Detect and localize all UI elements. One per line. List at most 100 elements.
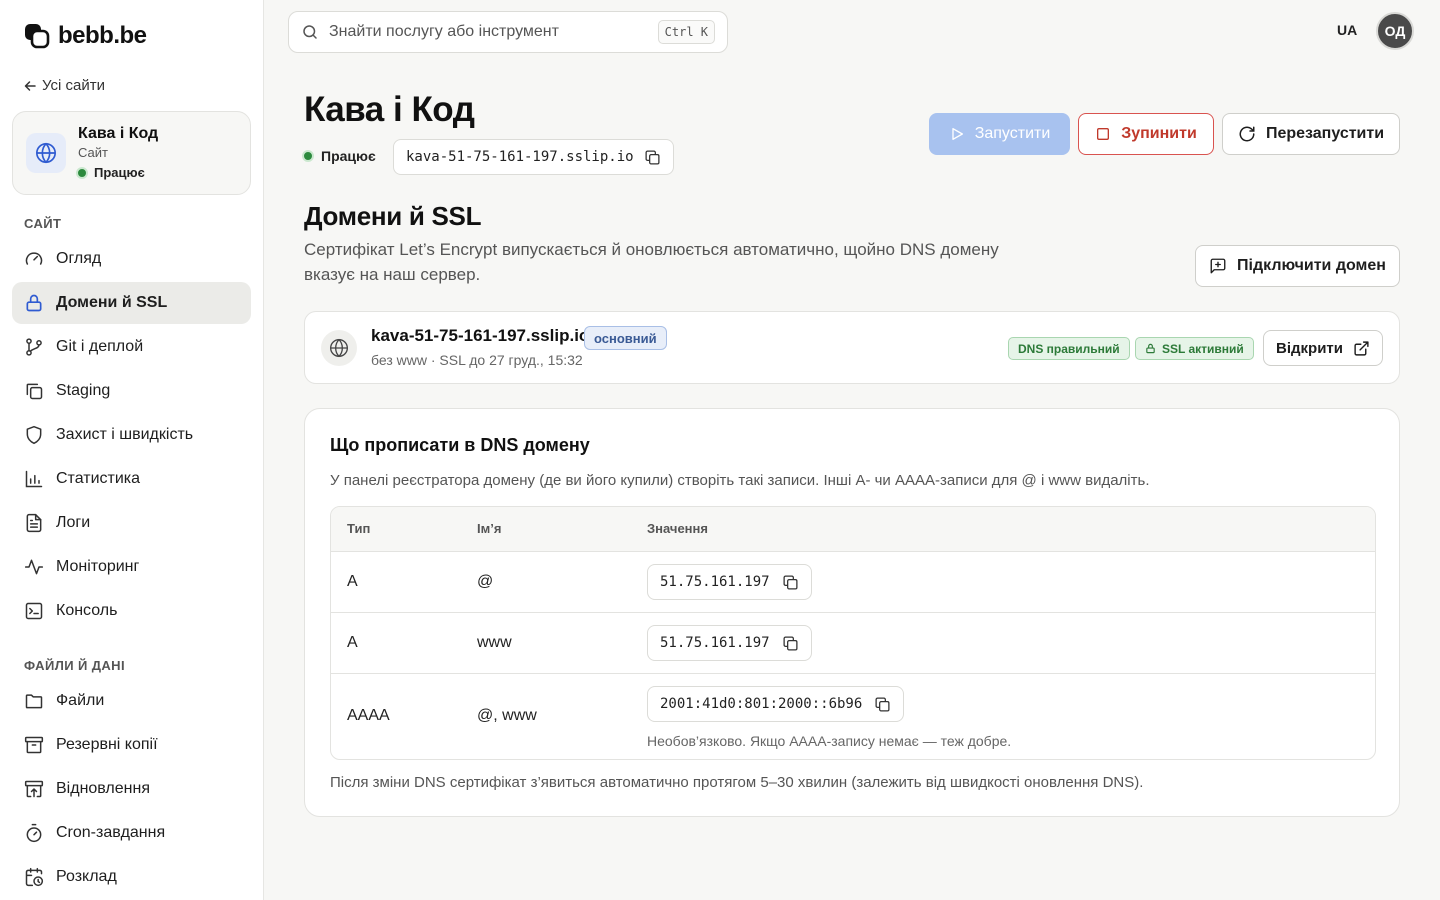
shortcut-hint: Ctrl K bbox=[657, 20, 715, 44]
record-name: @ bbox=[477, 573, 494, 590]
nav-item-files[interactable]: Файли bbox=[12, 680, 251, 722]
nav-label: Статистика bbox=[56, 470, 141, 487]
dns-panel: Що прописати в DNS домену У панелі реєст… bbox=[304, 408, 1400, 817]
start-button[interactable]: Запустити bbox=[929, 113, 1070, 155]
avatar[interactable]: ОД bbox=[1376, 12, 1414, 50]
copy-icon[interactable] bbox=[782, 574, 799, 591]
git-branch-icon bbox=[24, 337, 44, 357]
section-description: Сертифікат Let’s Encrypt випускається й … bbox=[304, 240, 999, 284]
domain-card: kava-51-75-161-197.sslip.io основний без… bbox=[304, 311, 1400, 384]
restart-label: Перезапустити bbox=[1265, 125, 1385, 142]
gauge-icon bbox=[24, 249, 44, 269]
stop-button[interactable]: Зупинити bbox=[1078, 113, 1214, 155]
record-name: www bbox=[477, 634, 512, 651]
section-label-files: ФАЙЛИ Й ДАНІ bbox=[24, 658, 125, 673]
terminal-icon bbox=[24, 601, 44, 621]
record-value: 51.75.161.197 bbox=[647, 625, 812, 661]
nav-item-monitoring[interactable]: Моніторинг bbox=[12, 546, 251, 588]
copy-stack-icon bbox=[24, 381, 44, 401]
open-label: Відкрити bbox=[1276, 339, 1343, 357]
external-link-icon bbox=[1354, 340, 1369, 356]
archive-restore-icon bbox=[24, 779, 44, 799]
status-dot bbox=[76, 166, 88, 179]
refresh-icon bbox=[1239, 126, 1255, 142]
lock-icon bbox=[24, 293, 44, 313]
nav-item-statistics[interactable]: Статистика bbox=[12, 458, 251, 500]
nav-item-domains-ssl[interactable]: Домени й SSL bbox=[12, 282, 251, 324]
nav-item-backups[interactable]: Резервні копії bbox=[12, 724, 251, 766]
nav-label: Домени й SSL bbox=[56, 294, 168, 311]
record-value-text: 51.75.161.197 bbox=[660, 574, 770, 590]
site-card[interactable]: Кава і Код Сайт Працює bbox=[12, 111, 251, 195]
timer-icon bbox=[24, 823, 44, 843]
table-row: A @ 51.75.161.197 bbox=[331, 552, 1375, 613]
bar-chart-icon bbox=[24, 469, 44, 489]
archive-icon bbox=[24, 735, 44, 755]
nav-item-console[interactable]: Консоль bbox=[12, 590, 251, 632]
lock-icon bbox=[1146, 343, 1155, 354]
record-value-text: 51.75.161.197 bbox=[660, 635, 770, 651]
table-header: Тип Ім’я Значення bbox=[331, 507, 1375, 552]
shield-icon bbox=[24, 425, 44, 445]
logo-mark-icon bbox=[25, 24, 50, 49]
record-note: Необов’язково. Якщо AAAA-запису немає — … bbox=[647, 733, 1012, 749]
globe-icon bbox=[321, 330, 357, 366]
search-input[interactable]: Знайти послугу або інструмент Ctrl K bbox=[288, 11, 728, 53]
nav-label: Staging bbox=[56, 382, 111, 399]
run-status: Працює bbox=[302, 148, 376, 164]
play-icon bbox=[952, 127, 963, 140]
sidebar: bebb.be Усі сайти Кава і Код Сайт Працює… bbox=[0, 0, 264, 900]
nav-label: Логи bbox=[56, 514, 91, 531]
search-icon bbox=[303, 25, 317, 39]
host-name: kava-51-75-161-197.sslip.io bbox=[406, 149, 634, 165]
nav-label: Моніторинг bbox=[56, 558, 140, 575]
start-label: Запустити bbox=[974, 125, 1051, 142]
record-name: @, www bbox=[477, 707, 537, 724]
primary-badge: основний bbox=[584, 326, 667, 350]
nav-item-staging[interactable]: Staging bbox=[12, 370, 251, 412]
site-status: Працює bbox=[76, 165, 145, 180]
language-switcher[interactable]: UA bbox=[1337, 22, 1357, 38]
nav-label: Git і деплой bbox=[56, 338, 144, 355]
site-type: Сайт bbox=[78, 145, 108, 160]
dns-footer-note: Після зміни DNS сертифікат з’явиться авт… bbox=[330, 774, 1144, 791]
dns-title: Що прописати в DNS домену bbox=[330, 435, 590, 455]
restart-button[interactable]: Перезапустити bbox=[1222, 113, 1400, 155]
site-status-label: Працює bbox=[94, 165, 145, 180]
back-to-sites-link[interactable]: Усі сайти bbox=[24, 77, 105, 94]
arrow-left-icon bbox=[24, 80, 36, 91]
nav-label: Захист і швидкість bbox=[56, 426, 194, 443]
nav-label: Розклад bbox=[56, 868, 117, 885]
dns-badge-label: DNS правильний bbox=[1018, 341, 1120, 356]
folder-icon bbox=[24, 691, 44, 711]
nav-item-logs[interactable]: Логи bbox=[12, 502, 251, 544]
ssl-badge-label: SSL активний bbox=[1162, 341, 1244, 356]
copy-icon[interactable] bbox=[874, 696, 891, 713]
domain-name: kava-51-75-161-197.sslip.io bbox=[371, 326, 590, 345]
table-row: AAAA @, www 2001:41d0:801:2000::6b96 Нео… bbox=[331, 674, 1375, 759]
page-title: Кава і Код bbox=[304, 90, 475, 129]
column-header-value: Значення bbox=[647, 521, 708, 536]
brand-logo[interactable]: bebb.be bbox=[24, 22, 147, 50]
nav-item-git-deploy[interactable]: Git і деплой bbox=[12, 326, 251, 368]
dns-status-badge: DNS правильний bbox=[1008, 337, 1130, 360]
connect-domain-button[interactable]: Підключити домен bbox=[1195, 245, 1400, 287]
dns-description: У панелі реєстратора домену (де ви його … bbox=[330, 472, 1150, 489]
nav-item-protection-speed[interactable]: Захист і швидкість bbox=[12, 414, 251, 456]
nav-label: Cron-завдання bbox=[56, 824, 166, 841]
nav-label: Файли bbox=[56, 692, 105, 709]
ssl-status-badge: SSL активний bbox=[1135, 337, 1254, 360]
calendar-clock-icon bbox=[24, 867, 44, 887]
section-title: Домени й SSL bbox=[304, 201, 482, 231]
nav-item-restore[interactable]: Відновлення bbox=[12, 768, 251, 810]
stop-label: Зупинити bbox=[1121, 125, 1197, 142]
open-domain-button[interactable]: Відкрити bbox=[1263, 330, 1383, 366]
copy-icon[interactable] bbox=[782, 635, 799, 652]
column-header-type: Тип bbox=[347, 521, 371, 536]
nav-label: Відновлення bbox=[56, 780, 150, 797]
copy-icon[interactable] bbox=[644, 149, 661, 166]
host-chip: kava-51-75-161-197.sslip.io bbox=[393, 139, 674, 175]
nav-item-overview[interactable]: Огляд bbox=[12, 238, 251, 280]
nav-item-schedule[interactable]: Розклад bbox=[12, 856, 251, 898]
nav-item-cron[interactable]: Cron-завдання bbox=[12, 812, 251, 854]
